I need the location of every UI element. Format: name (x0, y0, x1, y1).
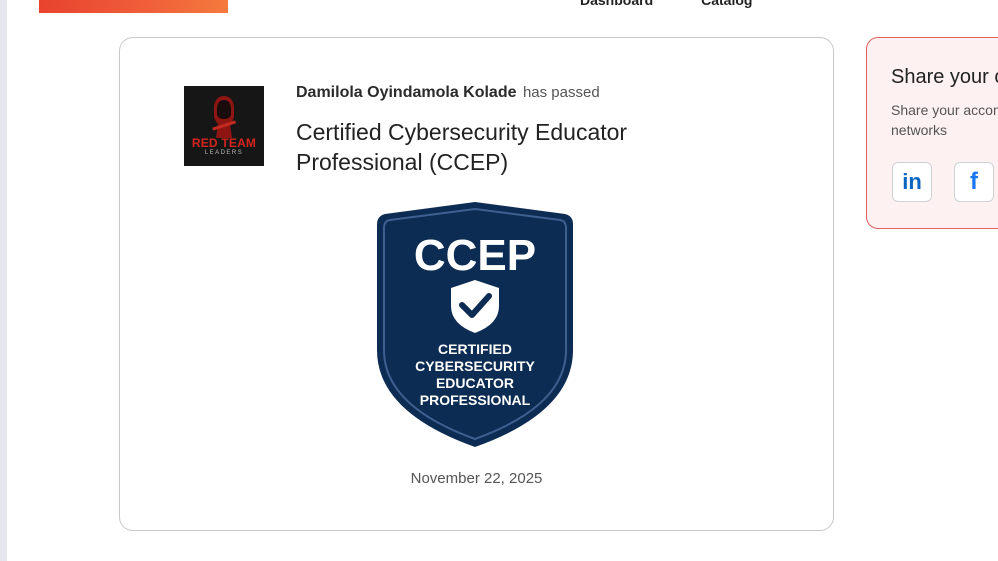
header-banner (39, 0, 228, 13)
share-panel: Share your c Share your accom networks i… (866, 37, 998, 229)
share-description-line-1: Share your accom (891, 102, 998, 118)
certificate-title: Certified Cybersecurity Educator Profess… (296, 119, 628, 175)
nav-item-catalog[interactable]: Catalog (701, 0, 752, 8)
badge-line-4: PROFESSIONAL (420, 392, 531, 408)
passed-text: has passed (522, 84, 600, 101)
certificate-date: November 22, 2025 (410, 470, 543, 487)
facebook-icon: f (970, 168, 978, 195)
share-description: Share your accom networks (891, 100, 998, 140)
issuer-logo-subtext: LEADERS (204, 150, 244, 156)
badge-acronym: CCEP (414, 231, 536, 280)
top-nav: Dashboard Catalog (580, 0, 752, 8)
left-rail (0, 0, 7, 561)
nav-item-dashboard[interactable]: Dashboard (580, 0, 653, 8)
badge-line-2: CYBERSECURITY (415, 358, 535, 374)
badge-line-1: CERTIFIED (438, 341, 512, 357)
linkedin-share-button[interactable]: in (892, 162, 932, 202)
share-description-line-2: networks (891, 122, 948, 138)
recipient-line: Damilola Oyindamola Kolade has passed (296, 84, 600, 102)
share-title: Share your c (891, 66, 998, 88)
ccep-badge: CCEP CERTIFIED CYBERSECURITY EDUCATOR PR… (377, 202, 573, 447)
certificate-card: RED TEAM LEADERS Damilola Oyindamola Kol… (119, 37, 834, 531)
facebook-share-button[interactable]: f (954, 162, 994, 202)
issuer-logo-text: RED TEAM (191, 136, 257, 150)
hooded-figure-icon (212, 96, 237, 138)
badge-line-3: EDUCATOR (436, 375, 514, 391)
linkedin-icon: in (902, 169, 922, 194)
recipient-name: Damilola Oyindamola Kolade (296, 84, 517, 101)
issuer-logo: RED TEAM LEADERS (184, 86, 264, 166)
